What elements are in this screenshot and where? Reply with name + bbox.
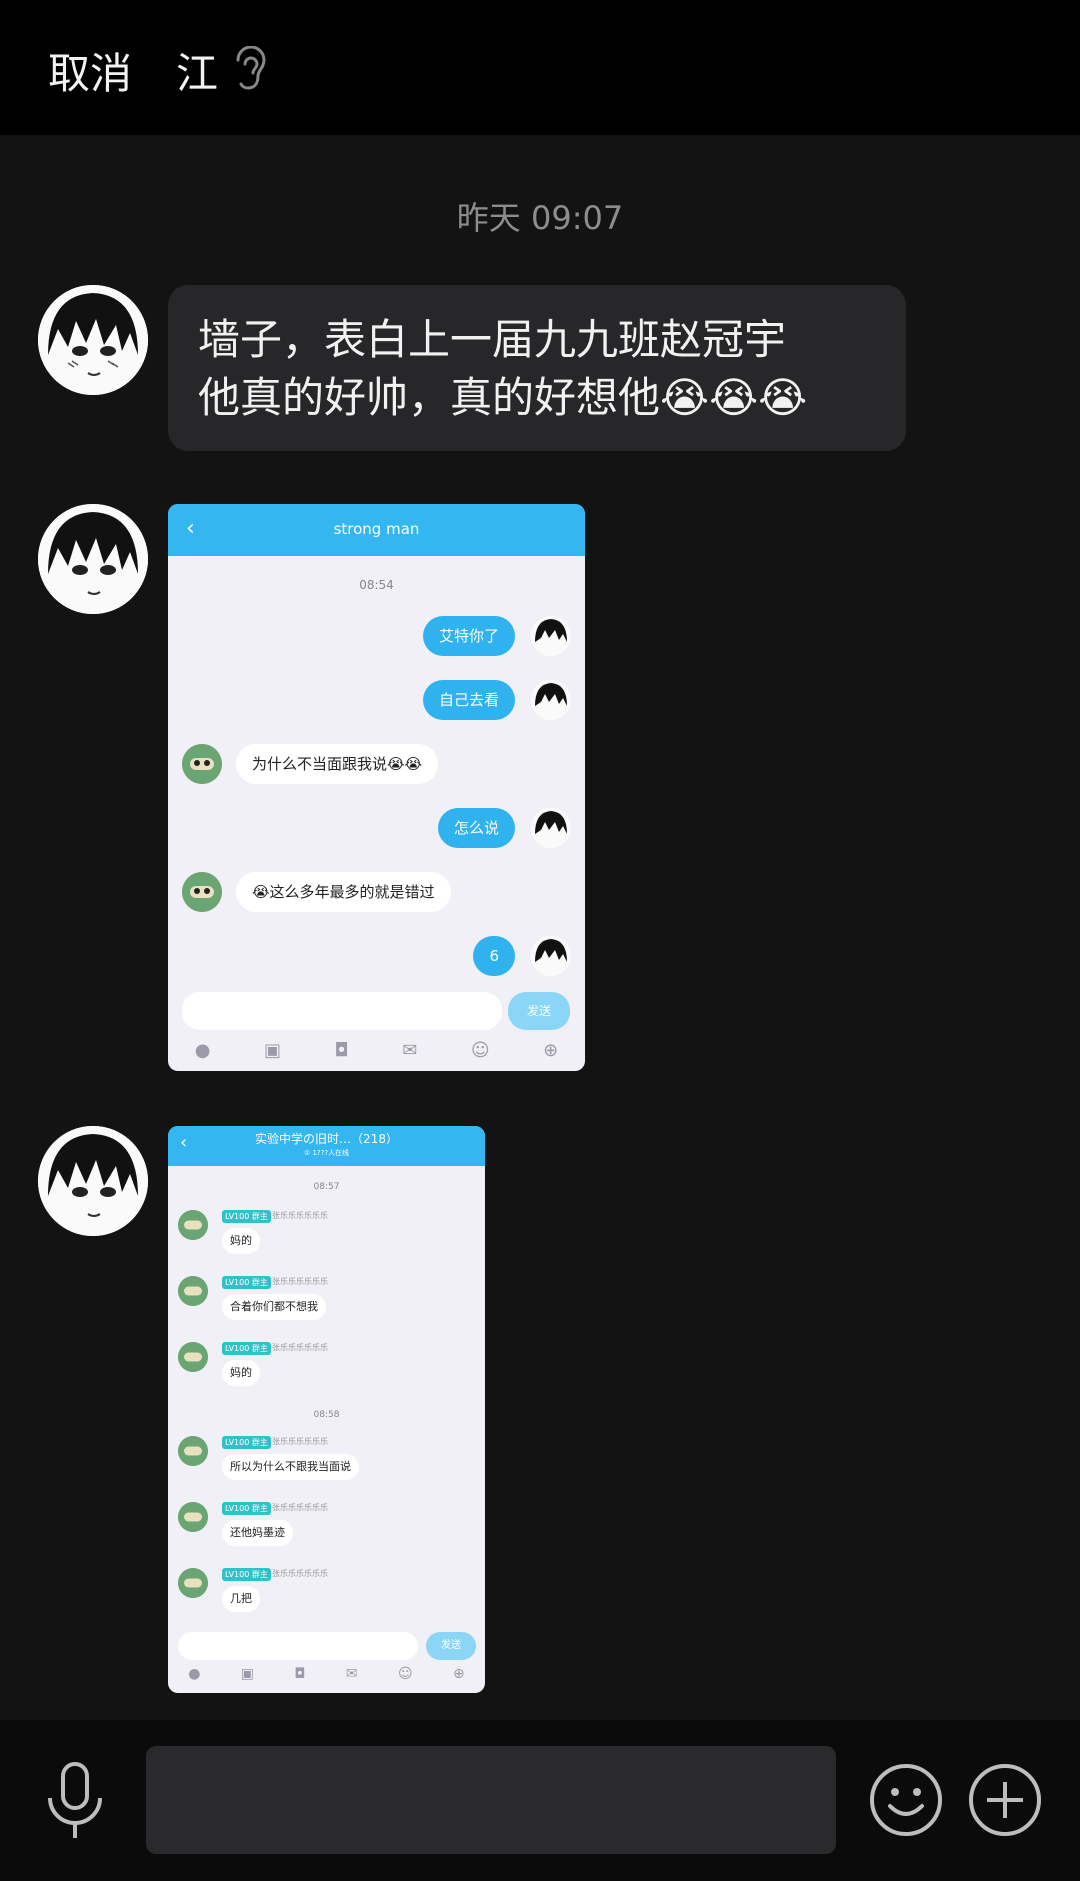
smile-icon: ☺ xyxy=(398,1666,413,1682)
screenshot-toolbar: ● ▣ ◘ ✉ ☺ ⊕ xyxy=(168,1040,585,1061)
mic-icon: ● xyxy=(194,1040,211,1061)
message-line-1: 墙子，表白上一届九九班赵冠宇 xyxy=(198,315,787,364)
member-tag: LV100 群主 xyxy=(222,1436,271,1449)
mini-avatar xyxy=(531,936,571,976)
camera-icon: ◘ xyxy=(334,1040,349,1061)
mic-icon[interactable] xyxy=(40,1762,110,1842)
member-name: 张乐乐乐乐乐乐 xyxy=(272,1503,328,1512)
screenshot-bubble: 6 xyxy=(473,936,515,976)
mini-avatar xyxy=(182,744,222,784)
input-bar xyxy=(0,1720,1080,1881)
camera-icon: ◘ xyxy=(294,1666,306,1682)
image-icon: ▣ xyxy=(263,1040,281,1061)
plus-icon: ⊕ xyxy=(543,1040,559,1061)
mini-avatar xyxy=(178,1342,208,1372)
mini-avatar xyxy=(178,1502,208,1532)
screenshot-bubble: 几把 xyxy=(222,1586,260,1612)
cancel-button[interactable]: 取消 xyxy=(48,40,132,101)
contact-name: 江 xyxy=(176,49,219,98)
message-timestamp: 昨天 09:07 xyxy=(456,199,624,237)
screenshot-bubble: 妈的 xyxy=(222,1228,260,1254)
image-icon: ▣ xyxy=(240,1666,255,1682)
envelope-icon: ✉ xyxy=(402,1040,418,1061)
screenshot-subtitle: ① 1???人在线 xyxy=(303,1149,350,1157)
sender-avatar[interactable] xyxy=(38,1126,148,1236)
envelope-icon: ✉ xyxy=(345,1666,358,1682)
sender-avatar[interactable] xyxy=(38,285,148,395)
screenshot-toolbar: ● ▣ ◘ ✉ ☺ ⊕ xyxy=(168,1666,485,1682)
screenshot-send-button: 发送 xyxy=(508,992,570,1030)
screenshot-bubble: 为什么不当面跟我说😭😭 xyxy=(236,744,439,784)
member-tag: LV100 群主 xyxy=(222,1210,271,1223)
screenshot-bubble: 所以为什么不跟我当面说 xyxy=(222,1454,359,1480)
screenshot-bubble: 自己去看 xyxy=(422,680,515,720)
top-bar: 取消 江 xyxy=(0,0,1080,135)
member-tag: LV100 群主 xyxy=(222,1342,271,1355)
screenshot-bubble: 合着你们都不想我 xyxy=(222,1294,326,1320)
screenshot-title: 实验中学の旧时…（218） xyxy=(255,1132,398,1146)
plus-icon: ⊕ xyxy=(453,1666,465,1682)
mini-avatar xyxy=(178,1568,208,1598)
mini-avatar xyxy=(182,872,222,912)
member-name: 张乐乐乐乐乐乐 xyxy=(272,1211,328,1220)
screenshot-header: ‹ 实验中学の旧时…（218） ① 1???人在线 xyxy=(168,1126,485,1166)
sender-avatar[interactable] xyxy=(38,504,148,614)
plus-icon[interactable] xyxy=(967,1762,1043,1838)
mic-icon: ● xyxy=(188,1666,201,1682)
screenshot-header: ‹ strong man xyxy=(168,504,585,556)
screenshot-bubble: 还他妈墨迹 xyxy=(222,1520,293,1546)
member-name: 张乐乐乐乐乐乐 xyxy=(272,1437,328,1446)
mini-avatar xyxy=(178,1210,208,1240)
smile-icon[interactable] xyxy=(868,1762,944,1838)
mini-avatar xyxy=(531,808,571,848)
screenshot-bubble: 怎么说 xyxy=(437,808,515,848)
image-message-screenshot-2[interactable]: ‹ 实验中学の旧时…（218） ① 1???人在线 08:57 LV100 群主… xyxy=(168,1126,485,1693)
member-name: 张乐乐乐乐乐乐 xyxy=(272,1343,328,1352)
mini-avatar xyxy=(178,1276,208,1306)
mini-avatar xyxy=(531,616,571,656)
member-name: 张乐乐乐乐乐乐 xyxy=(272,1569,328,1578)
screenshot-bubble: 妈的 xyxy=(222,1360,260,1386)
member-tag: LV100 群主 xyxy=(222,1276,271,1289)
member-tag: LV100 群主 xyxy=(222,1502,271,1515)
screenshot-time: 08:57 xyxy=(313,1182,340,1192)
mini-avatar xyxy=(178,1436,208,1466)
smile-icon: ☺ xyxy=(470,1040,490,1061)
screenshot-time: 08:58 xyxy=(313,1410,340,1420)
screenshot-time: 08:54 xyxy=(359,578,394,592)
member-name: 张乐乐乐乐乐乐 xyxy=(272,1277,328,1286)
text-message-bubble[interactable]: 墙子，表白上一届九九班赵冠宇 他真的好帅，真的好想他😭😭😭 xyxy=(168,285,906,451)
screenshot-bubble: 艾特你了 xyxy=(422,616,515,656)
screenshot-input xyxy=(178,1632,418,1660)
ear-icon[interactable] xyxy=(232,46,268,92)
image-message-screenshot-1[interactable]: ‹ strong man 08:54 艾特你了 自己去看 为什么不当面跟我说😭😭… xyxy=(168,504,585,1071)
member-tag: LV100 群主 xyxy=(222,1568,271,1581)
screenshot-bubble: 😭这么多年最多的就是错过 xyxy=(236,872,451,912)
chat-area[interactable]: 昨天 09:07 墙子，表白上一届九九班赵冠宇 他真的好帅，真的好想他😭😭😭 ‹… xyxy=(0,135,1080,1720)
mini-avatar xyxy=(531,680,571,720)
message-input[interactable] xyxy=(146,1746,836,1854)
screenshot-title: strong man xyxy=(333,520,420,538)
screenshot-input xyxy=(182,992,502,1030)
screenshot-send-button: 发送 xyxy=(426,1632,476,1660)
message-line-2: 他真的好帅，真的好想他😭😭😭 xyxy=(198,373,808,422)
